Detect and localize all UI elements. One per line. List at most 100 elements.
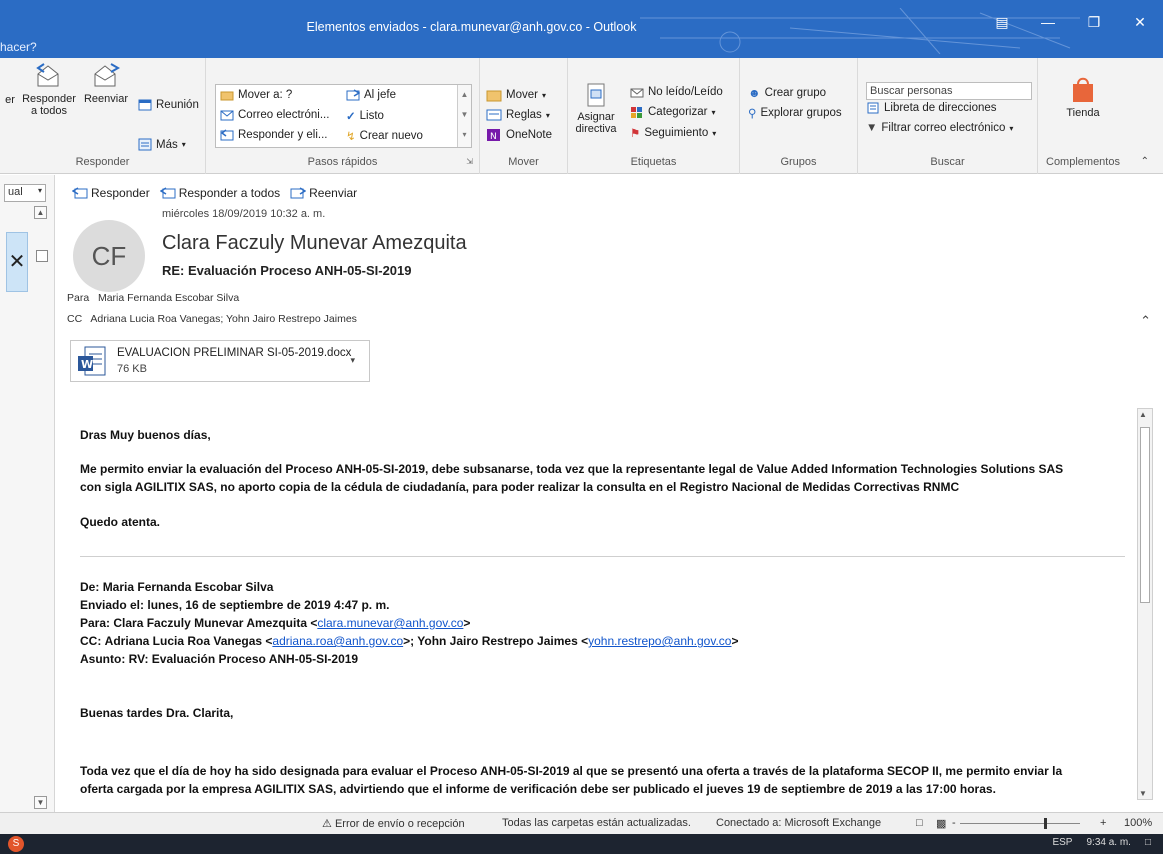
- find-group-label: Buscar: [930, 156, 965, 168]
- zoom-out-button[interactable]: -: [952, 817, 956, 829]
- to-recipients[interactable]: Maria Fernanda Escobar Silva: [98, 292, 239, 304]
- quick-steps-scroll[interactable]: ▲ ▼ ▾: [457, 85, 471, 147]
- body-scrollbar[interactable]: ▲ ▼: [1137, 408, 1153, 800]
- reply-all-action[interactable]: Responder a todos: [159, 186, 281, 200]
- send-receive-error-label: Error de envío o recepción: [334, 818, 465, 830]
- assign-policy-button[interactable]: Asignar directiva: [570, 82, 622, 135]
- categorize-button[interactable]: Categorizar ▾: [630, 106, 715, 118]
- groups-group-label: Grupos: [780, 156, 817, 168]
- groups-group: ☻ Crear grupo ⚲ Explorar grupos Grupos: [740, 58, 858, 174]
- meeting-button[interactable]: Reunión: [138, 98, 199, 111]
- list-scroll-down-icon[interactable]: ▼: [34, 796, 47, 809]
- message-actions: Responder Responder a todos Reenviar: [72, 186, 357, 200]
- move-group-label: Mover: [508, 156, 539, 168]
- close-pane-icon[interactable]: ✕: [6, 232, 28, 292]
- fwd-to-email-link[interactable]: clara.munevar@anh.gov.co: [317, 616, 463, 630]
- zoom-slider[interactable]: [960, 818, 1080, 829]
- quick-step-reply-delete[interactable]: Responder y eli...: [220, 129, 328, 141]
- fwd-to-close: >: [463, 616, 471, 630]
- view-selector[interactable]: ual ▾: [4, 184, 46, 202]
- more-icon: [138, 138, 152, 151]
- unread-read-button[interactable]: No leído/Leído: [630, 86, 723, 98]
- start-icon[interactable]: S: [8, 836, 24, 852]
- taskbar: S ESP 9:34 a. m. □: [0, 834, 1163, 854]
- forward-action-icon: [290, 187, 307, 199]
- quick-step-to-boss[interactable]: Al jefe: [346, 89, 396, 101]
- store-button[interactable]: Tienda: [1048, 74, 1118, 119]
- quick-step-move-to-label: Mover a: ?: [238, 89, 293, 101]
- scrollbar-thumb[interactable]: [1140, 427, 1150, 603]
- language-indicator[interactable]: ESP: [1052, 837, 1072, 848]
- move-button[interactable]: Mover ▾: [486, 88, 546, 102]
- unread-read-label: No leído/Leído: [648, 86, 723, 98]
- send-receive-error[interactable]: ⚠ Error de envío o recepción: [322, 817, 465, 830]
- rules-button[interactable]: Reglas ▾: [486, 108, 550, 122]
- zoom-slider-knob[interactable]: [1044, 818, 1047, 829]
- categorize-label: Categorizar: [648, 106, 708, 118]
- quick-steps-group-label: Pasos rápidos: [307, 156, 378, 168]
- attachment-dropdown-icon[interactable]: ▾: [350, 355, 355, 366]
- reply-all-action-icon: [159, 187, 176, 199]
- quick-step-done[interactable]: ✓ Listo: [346, 109, 384, 123]
- ribbon-display-options-icon[interactable]: ▤: [979, 14, 1025, 38]
- zoom-level[interactable]: 100%: [1124, 817, 1152, 829]
- reading-view-icon[interactable]: ▩: [936, 817, 946, 830]
- scroll-up-icon[interactable]: ▲: [1139, 410, 1147, 419]
- quick-step-create-new-label: Crear nuevo: [359, 130, 423, 142]
- quick-step-move-to[interactable]: Mover a: ?: [220, 89, 292, 101]
- closing-text: Quedo atenta.: [80, 515, 161, 529]
- quick-step-to-boss-label: Al jefe: [364, 89, 396, 101]
- reply-action[interactable]: Responder: [72, 186, 150, 200]
- quick-steps-gallery: Mover a: ? Correo electróni... Responder…: [215, 84, 472, 148]
- filter-email-button[interactable]: ▼ Filtrar correo electrónico ▾: [866, 122, 1013, 134]
- normal-view-icon[interactable]: □: [916, 817, 923, 829]
- avatar: CF: [73, 220, 145, 292]
- cc-recipients[interactable]: Adriana Lucia Roa Vanegas; Yohn Jairo Re…: [90, 313, 357, 325]
- quick-step-email[interactable]: Correo electróni...: [220, 109, 329, 121]
- tell-me-box[interactable]: hacer?: [0, 40, 37, 54]
- collapse-header-icon[interactable]: ⌃: [1140, 313, 1151, 329]
- reply-button[interactable]: er: [0, 62, 20, 106]
- flag-icon: ⚑: [630, 128, 641, 140]
- search-people-input[interactable]: [866, 82, 1032, 100]
- word-document-icon: W: [78, 346, 106, 376]
- browse-groups-button[interactable]: ⚲ Explorar grupos: [748, 106, 842, 120]
- forward-button[interactable]: Reenviar: [80, 62, 132, 105]
- create-group-button[interactable]: ☻ Crear grupo: [748, 86, 826, 100]
- onenote-button[interactable]: N OneNote: [486, 128, 552, 142]
- minimize-icon[interactable]: —: [1025, 14, 1071, 38]
- fwd-cc-email1-link[interactable]: adriana.roa@anh.gov.co: [272, 634, 403, 648]
- lightning-icon: ↯: [346, 131, 356, 143]
- sender-name[interactable]: Clara Faczuly Munevar Amezquita: [162, 232, 467, 255]
- scroll-down-icon[interactable]: ▼: [1139, 789, 1147, 798]
- body-paragraph-1b: con sigla AGILITIX SAS, no aporto copia …: [80, 480, 959, 494]
- quick-steps-launcher-icon[interactable]: ⇲: [466, 157, 473, 166]
- quick-step-create-new[interactable]: ↯ Crear nuevo: [346, 129, 423, 143]
- fwd-paragraph-b: oferta cargada por la empresa AGILITIX S…: [80, 782, 996, 796]
- cc-label: CC: [67, 313, 83, 325]
- fwd-cc-email2-link[interactable]: yohn.restrepo@anh.gov.co: [588, 634, 731, 648]
- forward-action[interactable]: Reenviar: [290, 186, 357, 200]
- zoom-in-button[interactable]: +: [1100, 817, 1106, 829]
- fwd-to-label: Para:: [80, 616, 111, 630]
- to-label: Para: [67, 292, 90, 304]
- reply-all-action-label: Responder a todos: [178, 186, 281, 200]
- attachment[interactable]: W EVALUACION PRELIMINAR SI-05-2019.docx …: [70, 340, 370, 382]
- list-checkbox[interactable]: [36, 250, 48, 262]
- tags-group-label: Etiquetas: [630, 156, 677, 168]
- ribbon: er Responder a todos Reenviar Reunión Má…: [0, 58, 1163, 174]
- restore-icon[interactable]: ❐: [1071, 14, 1117, 38]
- body-paragraph-1a: Me permito enviar la evaluación del Proc…: [80, 462, 1063, 476]
- checkmark-icon: ✓: [346, 111, 356, 123]
- followup-button[interactable]: ⚑ Seguimiento ▾: [630, 126, 716, 140]
- close-icon[interactable]: ✕: [1117, 14, 1163, 38]
- onenote-label: OneNote: [506, 129, 553, 141]
- notifications-icon[interactable]: □: [1145, 837, 1151, 848]
- address-book-button[interactable]: Libreta de direcciones: [866, 102, 997, 114]
- view-selector-value: ual: [8, 186, 23, 198]
- clock[interactable]: 9:34 a. m.: [1086, 837, 1130, 848]
- collapse-ribbon-icon[interactable]: ⌃: [1141, 156, 1149, 167]
- list-scroll-up-icon[interactable]: ▲: [34, 206, 47, 219]
- more-button[interactable]: Más ▾: [138, 138, 186, 151]
- reply-all-button[interactable]: Responder a todos: [22, 62, 76, 117]
